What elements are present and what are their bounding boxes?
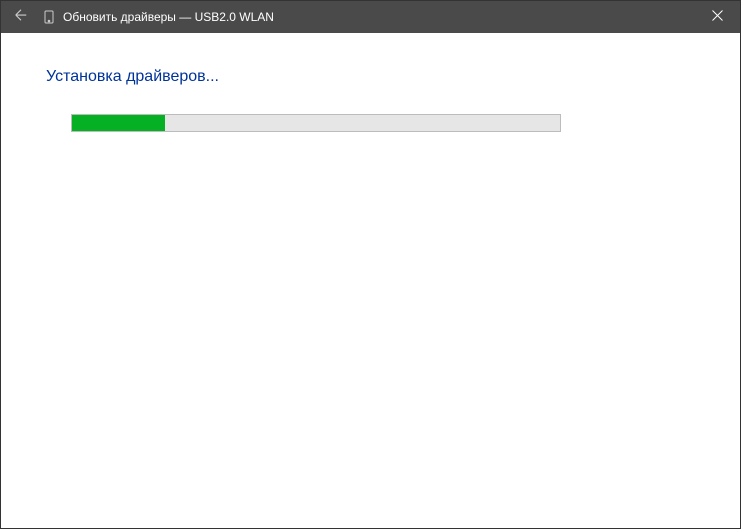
back-button[interactable]: [1, 1, 41, 33]
progress-bar: [71, 114, 561, 132]
titlebar: Обновить драйверы — USB2.0 WLAN: [1, 1, 740, 33]
back-arrow-icon: [12, 6, 30, 29]
window-title: Обновить драйверы — USB2.0 WLAN: [63, 10, 274, 24]
content-area: Установка драйверов...: [1, 33, 740, 528]
status-text: Установка драйверов...: [46, 68, 700, 86]
device-icon: [41, 9, 57, 25]
close-icon: [712, 8, 723, 26]
driver-update-window: Обновить драйверы — USB2.0 WLAN Установк…: [0, 0, 741, 529]
progress-fill: [72, 115, 165, 131]
close-button[interactable]: [695, 1, 740, 33]
